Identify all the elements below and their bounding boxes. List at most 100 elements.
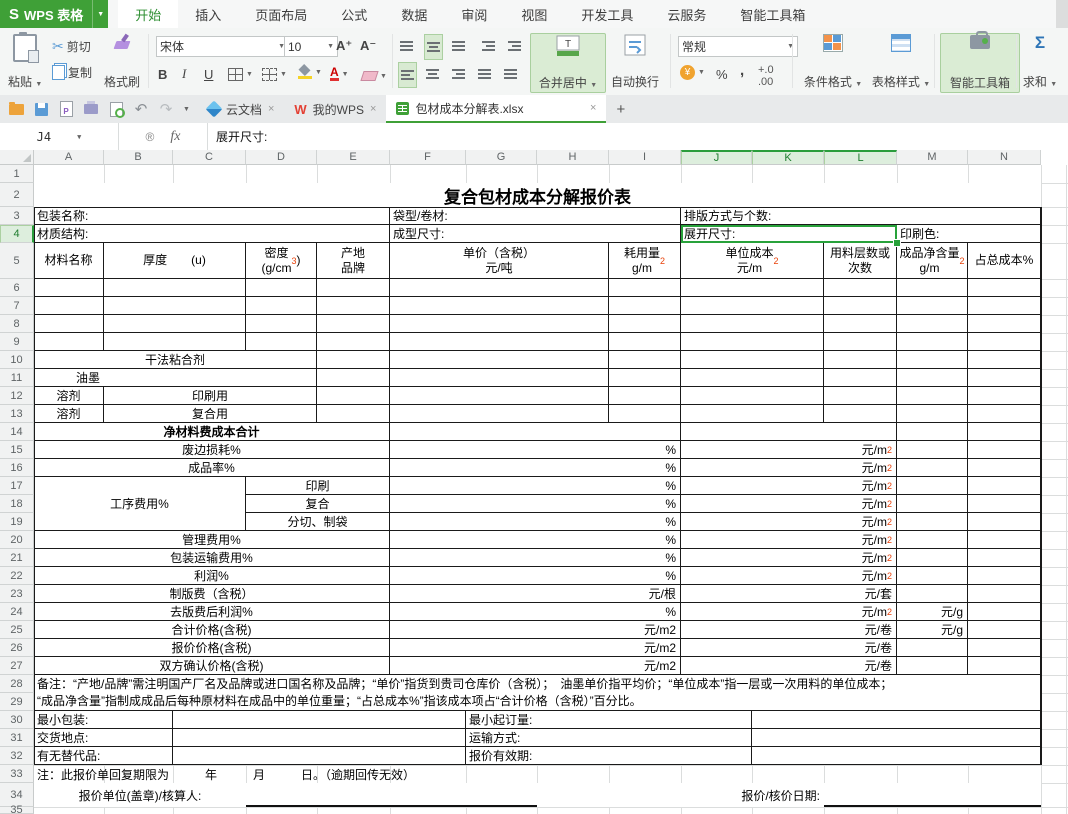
cell[interactable] [824,315,897,333]
distribute-button[interactable] [504,64,517,84]
column-header-B[interactable]: B [104,150,173,165]
align-bottom-button[interactable] [452,36,465,56]
print-preview-icon[interactable] [108,101,124,117]
cell[interactable]: 复合包材成本分解报价表 [34,183,1041,207]
cell[interactable]: 密度(g/cm3) [246,243,317,279]
cell[interactable]: 单位成本元/m2 [681,243,824,279]
cell[interactable]: 印刷用 [104,387,317,405]
cell[interactable] [897,315,968,333]
insert-function-icon[interactable]: fx [170,129,180,145]
cell[interactable]: 去版费后利润% [34,603,390,621]
cell[interactable]: 元/m2 [681,441,897,459]
cell[interactable] [681,405,824,423]
cell[interactable]: 单价（含税）元/吨 [390,243,609,279]
cell[interactable] [317,351,390,369]
cell[interactable]: 材质结构: [34,225,390,243]
cell[interactable]: % [390,459,681,477]
paste-button[interactable]: 粘贴 ▼ [4,33,46,91]
cell[interactable]: 工序费用% [34,477,246,531]
cell[interactable] [609,387,681,405]
eraser-button[interactable]: ▼ [362,66,387,86]
row-header-6[interactable]: 6 [0,279,34,297]
row-header-30[interactable]: 30 [0,711,34,729]
cell[interactable]: 干法粘合剂 [34,351,317,369]
cell[interactable] [824,279,897,297]
menu-formulas[interactable]: 公式 [324,0,384,28]
cell[interactable]: 最小起订量: [466,711,752,729]
cell[interactable] [897,405,968,423]
cell[interactable]: 合计价格(含税) [34,621,390,639]
cell[interactable] [968,369,1041,387]
cell[interactable] [968,315,1041,333]
cell[interactable]: % [390,495,681,513]
cell[interactable] [317,333,390,351]
cell[interactable] [609,369,681,387]
cell[interactable]: 袋型/卷材: [390,207,681,225]
column-header-G[interactable]: G [466,150,537,165]
column-header-H[interactable]: H [537,150,609,165]
cell[interactable] [897,495,968,513]
column-header-C[interactable]: C [173,150,246,165]
cell[interactable] [897,585,968,603]
cell[interactable]: 用料层数或次数 [824,243,897,279]
row-header-24[interactable]: 24 [0,603,34,621]
menu-cloud[interactable]: 云服务 [650,0,723,28]
cell[interactable] [173,711,466,729]
name-box[interactable]: J4▼ [0,123,119,150]
row-header-10[interactable]: 10 [0,351,34,369]
cell[interactable]: 净材料费成本合计 [34,423,390,441]
cell[interactable] [246,333,317,351]
row-header-18[interactable]: 18 [0,495,34,513]
cell[interactable]: 溶剂 [34,387,104,405]
cell[interactable] [897,531,968,549]
cell[interactable]: 制版费（含税） [34,585,390,603]
cell[interactable] [968,657,1041,675]
column-header-A[interactable]: A [34,150,104,165]
cell[interactable] [317,387,390,405]
filter-button[interactable]: 筛选 [1056,33,1068,91]
draw-border-button[interactable]: ▼ [262,64,287,84]
cell[interactable] [34,315,104,333]
cell[interactable] [968,621,1041,639]
cell[interactable]: 元/m2 [681,603,897,621]
grow-font-button[interactable]: A⁺ [336,36,352,56]
cell[interactable] [968,603,1041,621]
cell[interactable] [246,783,537,807]
close-icon[interactable]: × [268,103,274,115]
row-header-32[interactable]: 32 [0,747,34,765]
cell[interactable] [173,729,466,747]
font-family-select[interactable]: 宋体▼ [156,36,289,57]
cell[interactable]: % [390,477,681,495]
cell[interactable]: 注：此报价单回复期限为 年 月 日。（逾期回传无效） [34,765,681,783]
table-style-button[interactable]: 表格样式 ▼ [866,33,936,91]
cell[interactable]: 复合 [246,495,390,513]
cell[interactable] [968,387,1041,405]
bold-button[interactable]: B [158,64,167,84]
name-box-caret-icon[interactable]: ▼ [77,133,81,141]
cell[interactable] [824,783,1041,807]
cell[interactable]: 报价/核价日期: [537,783,824,807]
cell[interactable] [34,297,104,315]
row-header-23[interactable]: 23 [0,585,34,603]
align-top-button[interactable] [400,36,413,56]
row-header-11[interactable]: 11 [0,369,34,387]
cell[interactable]: 报价单位(盖章)/核算人: [34,783,246,807]
cell[interactable]: 排版方式与个数: [681,207,1041,225]
cell[interactable] [824,297,897,315]
cell[interactable]: 元/m2 [681,513,897,531]
row-header-20[interactable]: 20 [0,531,34,549]
cell[interactable] [824,351,897,369]
cell[interactable]: % [390,441,681,459]
cell[interactable] [897,351,968,369]
column-header-I[interactable]: I [609,150,681,165]
cell[interactable]: 元/m2 [681,459,897,477]
cell[interactable]: 油墨 [34,369,317,387]
cell[interactable]: % [390,603,681,621]
row-header-29[interactable]: 29 [0,693,34,711]
cell[interactable]: 印刷 [246,477,390,495]
wps-logo[interactable]: S WPS 表格 [0,0,92,28]
menu-view[interactable]: 视图 [504,0,564,28]
cell[interactable] [609,333,681,351]
cell[interactable]: 包装运输费用% [34,549,390,567]
cell[interactable] [104,315,246,333]
